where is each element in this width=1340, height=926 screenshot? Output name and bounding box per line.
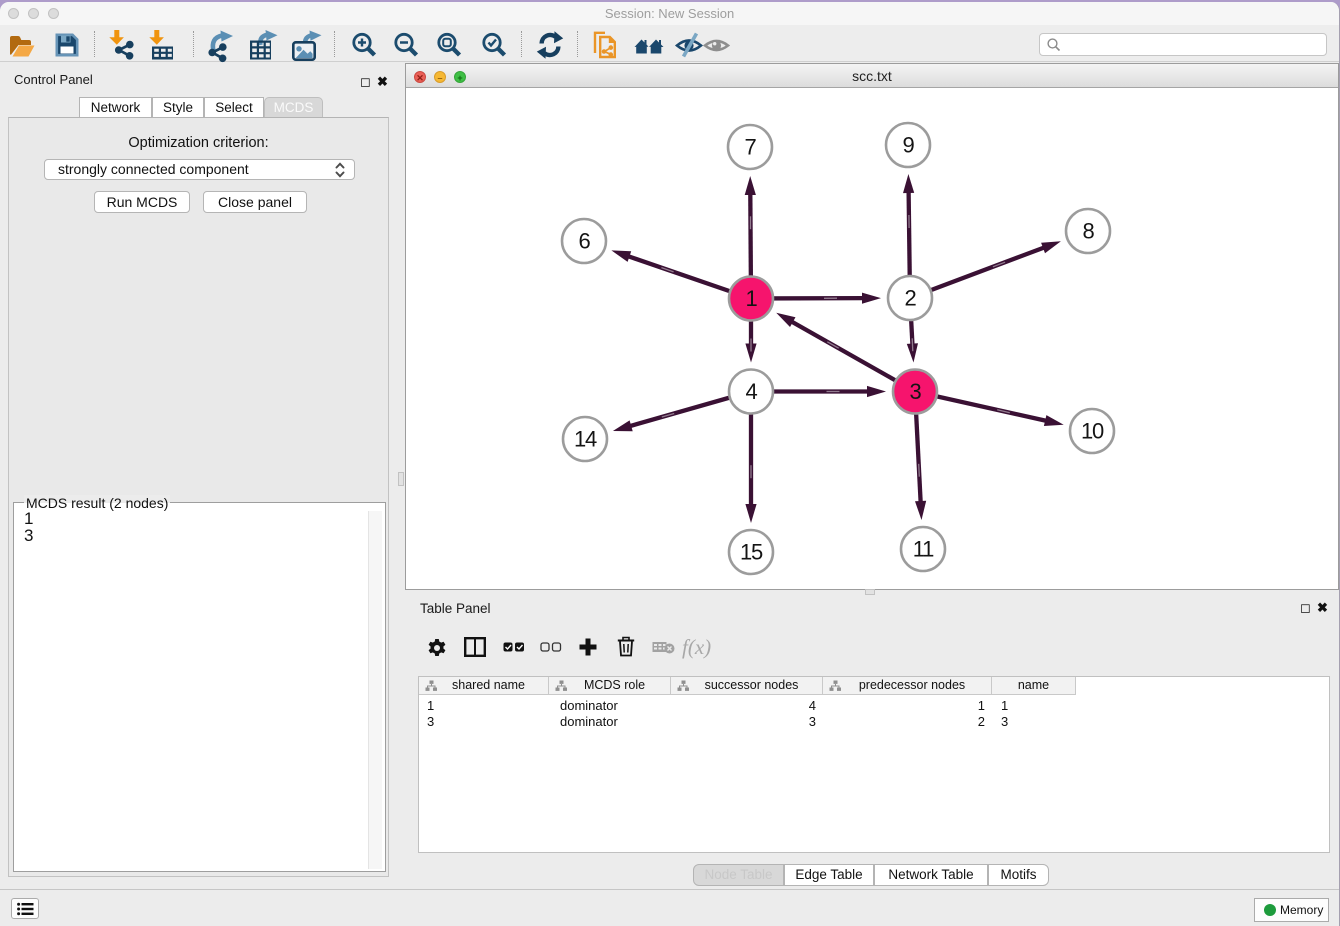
svg-text:1: 1 bbox=[745, 286, 757, 311]
svg-text:11: 11 bbox=[913, 537, 934, 562]
svg-text:15: 15 bbox=[740, 540, 763, 565]
svg-text:10: 10 bbox=[1081, 419, 1104, 444]
svg-text:9: 9 bbox=[902, 133, 914, 158]
svg-text:4: 4 bbox=[745, 379, 757, 404]
svg-text:6: 6 bbox=[578, 229, 590, 254]
svg-text:14: 14 bbox=[574, 427, 597, 452]
svg-text:8: 8 bbox=[1082, 219, 1094, 244]
svg-text:7: 7 bbox=[744, 135, 756, 160]
svg-text:3: 3 bbox=[909, 379, 921, 404]
svg-text:2: 2 bbox=[904, 286, 916, 311]
